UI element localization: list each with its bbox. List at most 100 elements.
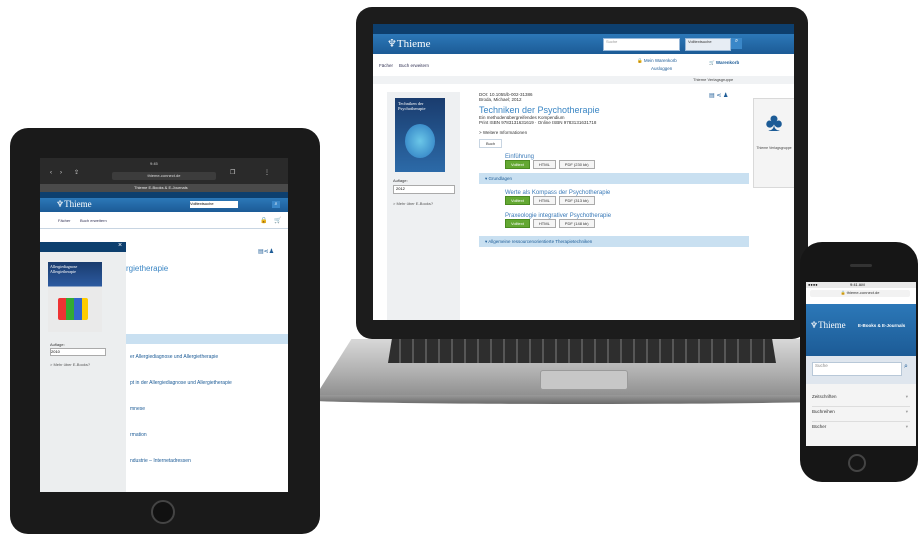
lock-icon[interactable]: 🔒 — [260, 217, 267, 224]
chapter-title[interactable]: pt in der Allergiediagnose und Allergiet… — [130, 380, 232, 386]
logout-link[interactable]: Ausloggen — [651, 66, 672, 71]
chapter-actions: Volltext HTML PDF (230 kb) — [505, 160, 749, 169]
tablet-screen: 9:45 ‹ › ⇪ thieme-connect.de ❐ ⋮ Thieme … — [40, 158, 288, 492]
search-icon[interactable]: ⌕ — [904, 363, 908, 371]
status-bar: ●●●● 9:41 AM — [806, 282, 916, 288]
cover-title: Techniken der Psychotherapie — [398, 101, 426, 111]
tab-buch[interactable]: Buch — [479, 139, 503, 148]
phone-speaker — [850, 264, 872, 267]
cover-head-illustration — [405, 124, 435, 158]
chevron-down-icon: ▾ — [905, 409, 908, 414]
phone-home-button — [848, 454, 866, 472]
edition-label: Auflage: — [50, 342, 65, 347]
account-link[interactable]: 🔒 Mein Warenkorb — [637, 58, 677, 64]
cart-icon: 🛒 — [709, 60, 715, 65]
chapter-entry: Praxeologie integrativer Psychotherapie … — [479, 213, 749, 228]
cart-icon[interactable]: 🛒 — [274, 217, 281, 224]
status-time: 9:45 — [150, 161, 158, 166]
chapter-actions: Volltext HTML PDF (148 kb) — [505, 219, 749, 228]
user-icon[interactable]: ♟ — [723, 93, 728, 99]
site-header: ♆Thieme Volltextsuche ⌕ — [40, 198, 288, 212]
search-input[interactable]: Suche — [812, 362, 902, 376]
search-input[interactable]: Suche — [603, 38, 680, 51]
section-header[interactable]: ▾ Grundlagen — [479, 173, 749, 184]
publisher-panel: ♣ Thieme Verlagsgruppe — [753, 98, 794, 188]
pdf-button[interactable]: PDF (313 kb) — [558, 196, 595, 205]
pdf-button[interactable]: PDF (230 kb) — [558, 160, 595, 169]
lock-icon: 🔒 — [637, 58, 643, 63]
site-header: ♆Thieme E-Books & E-Journals — [806, 304, 916, 356]
nav-item-faecher[interactable]: Fächer — [379, 63, 393, 68]
book-isbn: Print ISBN 9783131631619 · Online ISBN 9… — [479, 120, 597, 125]
chapter-title[interactable]: er Allergiediagnose und Allergietherapie — [130, 354, 218, 360]
address-bar[interactable]: thieme-connect.de — [112, 172, 216, 180]
laptop-trackpad — [540, 370, 628, 390]
nav-item-buch[interactable]: Buch erweitern — [399, 63, 429, 68]
chapter-title[interactable]: mnese — [130, 406, 145, 412]
fulltext-button[interactable]: Volltext — [505, 160, 530, 169]
laptop-screen: DE EN Home Produkte Hilfe Kontakt Hotel … — [373, 24, 794, 320]
search-icon[interactable]: ⌕ — [272, 201, 280, 208]
forward-icon[interactable]: › — [60, 170, 62, 176]
breadcrumb: Thieme Verlagsgruppe — [373, 76, 794, 84]
chapter-title[interactable]: rmation — [130, 432, 147, 438]
edition-label: Auflage: — [393, 178, 408, 183]
more-info-link[interactable]: > Weitere Informationen — [479, 130, 749, 135]
html-button[interactable]: HTML — [532, 160, 556, 169]
site-logo[interactable]: ♆Thieme — [810, 320, 846, 331]
drawer-header: × — [40, 242, 126, 252]
nav-item-faecher[interactable]: Fächer — [58, 218, 70, 223]
more-ebooks-link[interactable]: > Mehr über E-Books? — [393, 201, 433, 206]
edition-select[interactable]: 2010 — [50, 348, 106, 356]
print-icon[interactable]: ▤ — [709, 93, 715, 99]
section-header[interactable]: ▾ Allgemeine ressourcenorientierte Thera… — [479, 236, 749, 247]
laptop-lip — [300, 395, 866, 404]
tool-icons: ▤⋖♟ — [258, 248, 274, 255]
more-ebooks-link[interactable]: > Mehr über E-Books? — [50, 362, 90, 367]
cover-title: Allergiediagnose Allergietherapie — [50, 264, 78, 274]
fulltext-button[interactable]: Volltext — [505, 196, 530, 205]
book-cover[interactable]: Allergiediagnose Allergietherapie — [48, 262, 102, 332]
chapter-actions: Volltext HTML PDF (313 kb) — [505, 196, 749, 205]
tabs-icon[interactable]: ❐ — [230, 169, 235, 176]
cart-link[interactable]: 🛒 Warenkorb — [709, 60, 739, 66]
breadcrumb-item[interactable]: Thieme Verlagsgruppe — [693, 77, 733, 82]
menu-item-zeitschriften[interactable]: Zeitschriften ▾ — [812, 394, 910, 407]
close-icon[interactable]: × — [118, 242, 122, 249]
browser-bar: 9:45 ‹ › ⇪ thieme-connect.de ❐ ⋮ — [40, 158, 288, 184]
publisher-label: Thieme Verlagsgruppe — [756, 146, 792, 150]
section-header[interactable] — [126, 334, 288, 344]
user-icon[interactable]: ♟ — [269, 249, 274, 255]
chevron-down-icon: ▾ — [905, 424, 908, 429]
book-cover[interactable]: Techniken der Psychotherapie — [395, 98, 445, 172]
back-icon[interactable]: ‹ — [50, 170, 52, 176]
chapter-title[interactable]: ndustrie – Internetadressen — [130, 458, 191, 464]
menu-item-buecher[interactable]: Bücher ▾ — [812, 424, 910, 436]
site-logo[interactable]: ♆Thieme — [387, 37, 430, 50]
tab-title[interactable]: Thieme E-Books & E-Journals — [134, 185, 188, 190]
top-link-bar: DE EN Home Produkte Hilfe Kontakt Hotel — [373, 24, 794, 38]
tool-icons: ▤ ⋖ ♟ — [709, 92, 728, 99]
tablet-home-button — [151, 500, 175, 524]
html-button[interactable]: HTML — [532, 219, 556, 228]
tab-strip: Thieme E-Books & E-Journals — [40, 184, 288, 192]
share-icon[interactable]: ⋖ — [716, 93, 721, 99]
carrier-signal: ●●●● — [808, 282, 818, 287]
share-icon[interactable]: ⇪ — [74, 169, 79, 176]
lego-bricks-illustration — [58, 298, 88, 320]
address-bar[interactable]: 🔒 thieme-connect.de — [810, 290, 910, 297]
nav-item-buch[interactable]: Buch erweitern — [80, 218, 107, 223]
pdf-button[interactable]: PDF (148 kb) — [558, 219, 595, 228]
search-area: Suche ⌕ — [806, 356, 916, 384]
fulltext-button[interactable]: Volltext — [505, 219, 530, 228]
search-scope-select[interactable]: Volltextsuche — [190, 201, 238, 208]
site-logo[interactable]: ♆Thieme — [56, 199, 92, 210]
book-content: DOI: 10.1055/b-002-31386 Broda, Michael;… — [479, 92, 749, 320]
site-tagline: E-Books & E-Journals — [858, 323, 906, 328]
more-icon[interactable]: ⋮ — [264, 169, 270, 176]
search-scope-select[interactable]: Volltextsuche — [685, 38, 731, 51]
edition-select[interactable]: 2012 — [393, 185, 455, 194]
html-button[interactable]: HTML — [532, 196, 556, 205]
menu-item-buchreihen[interactable]: Buchreihen ▾ — [812, 409, 910, 422]
search-button[interactable]: ⌕ — [731, 38, 742, 49]
